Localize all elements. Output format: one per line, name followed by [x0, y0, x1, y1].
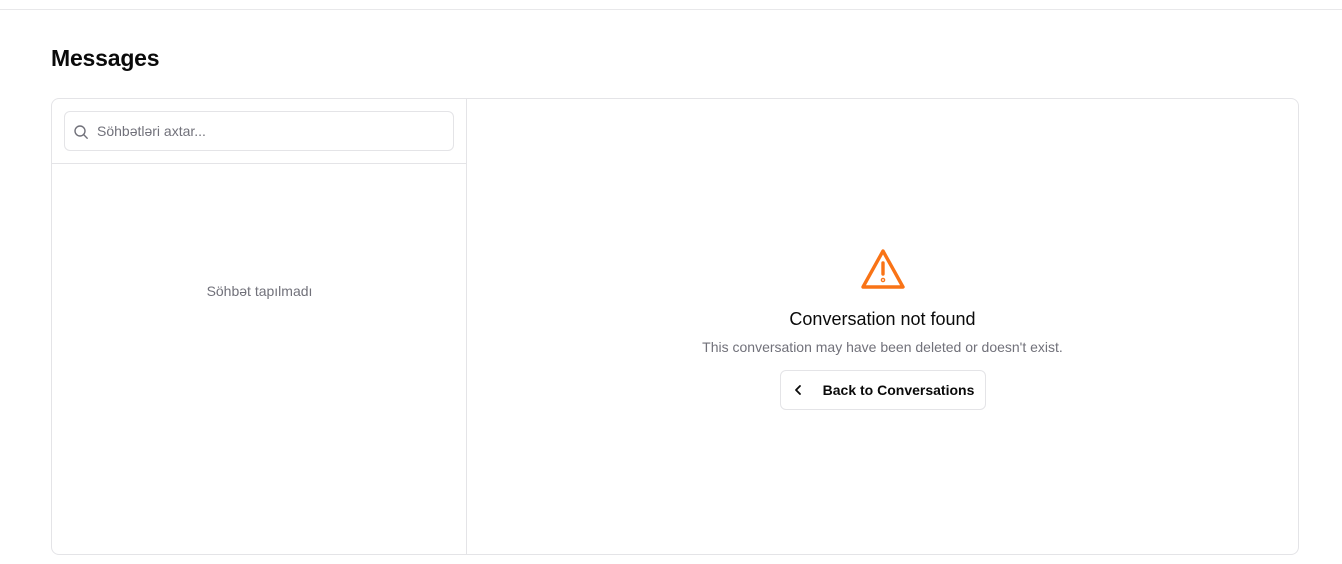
messages-panel: Söhbət tapılmadı Conversation not found …: [51, 98, 1299, 555]
search-box[interactable]: [64, 111, 454, 151]
search-input[interactable]: [97, 112, 447, 150]
back-to-conversations-button[interactable]: Back to Conversations: [779, 370, 986, 410]
not-found-state: Conversation not found This conversation…: [467, 247, 1298, 410]
not-found-subtitle: This conversation may have been deleted …: [702, 339, 1063, 355]
not-found-title: Conversation not found: [789, 309, 976, 329]
chevron-left-icon: [794, 385, 801, 395]
conversation-sidebar: Söhbət tapılmadı: [52, 99, 467, 554]
search-area: [52, 99, 466, 164]
page-title: Messages: [51, 45, 160, 71]
empty-conversations-text: Söhbət tapılmadı: [206, 283, 313, 299]
warning-triangle-icon: [860, 249, 905, 289]
search-icon: [74, 125, 88, 139]
back-button-label: Back to Conversations: [822, 382, 975, 398]
top-divider: [0, 9, 1342, 10]
conversation-view: Conversation not found This conversation…: [467, 99, 1298, 554]
